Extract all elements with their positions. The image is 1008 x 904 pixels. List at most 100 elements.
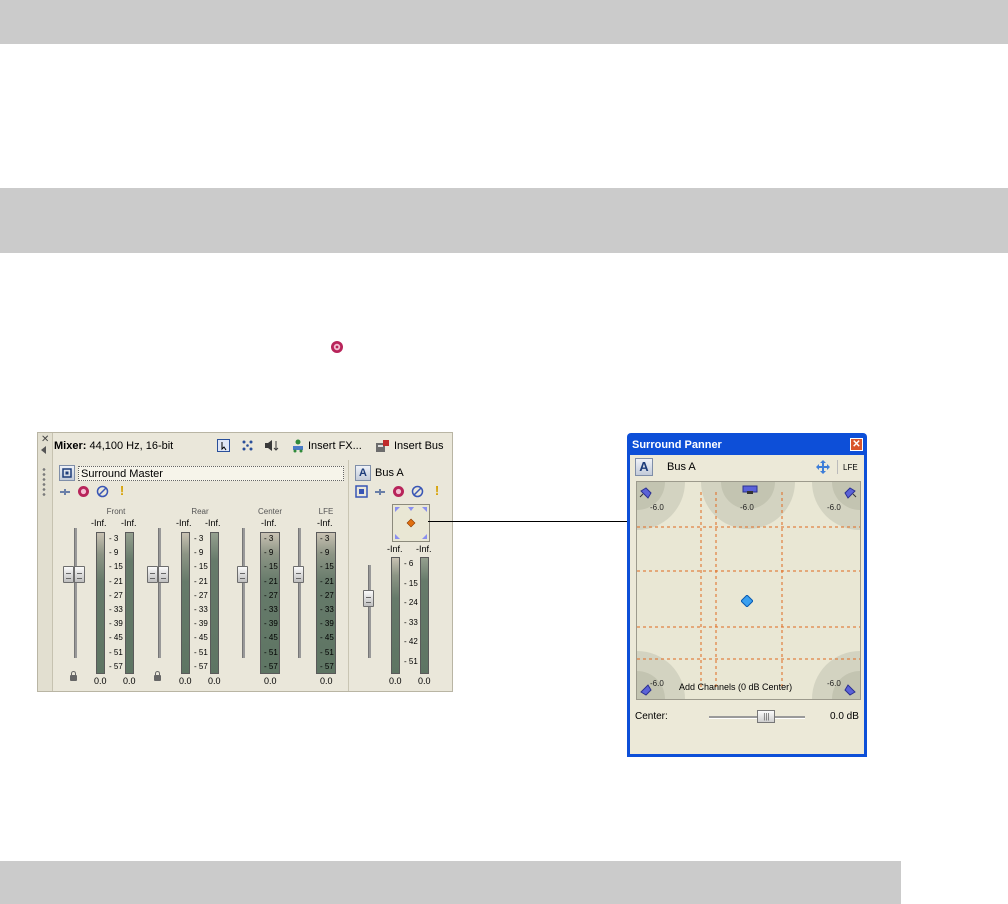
scale-tick: - 51 [109,647,123,657]
center-slider-thumb[interactable]: ||| [757,710,776,723]
scale-tick: - 45 [264,633,278,643]
rear-fader-track[interactable] [158,528,161,658]
move-icon[interactable] [816,460,830,479]
bus-meter-left [391,557,400,674]
bus-pan-icon[interactable] [374,486,386,498]
lfe-fader-track[interactable] [298,528,301,658]
bus-surround-icon[interactable] [355,485,368,498]
scale-tick: - 57 [194,661,208,671]
bus-pan-thumbnail[interactable] [392,504,430,542]
scale-tick: - 33 [264,605,278,614]
scale-tick: - 33 [320,605,334,614]
pan-icon[interactable] [59,486,71,498]
bus-fader[interactable] [363,590,374,607]
lfe-toggle[interactable]: LFE [843,463,858,472]
scale-tick: - 51 [404,656,418,666]
downmix-icon[interactable] [240,439,254,453]
center-fader[interactable] [237,566,248,583]
pan-point[interactable] [740,594,754,608]
insert-bus-icon[interactable] [375,439,389,453]
front-lock-icon[interactable] [70,671,77,681]
lfe-fader[interactable] [293,566,304,583]
mixer-window: ✕ Mixer: 44,100 Hz, 16-bit Insert FX... … [37,432,453,692]
rear-lock-icon[interactable] [154,671,161,681]
bus-meter-right [420,557,429,674]
surround-master-button[interactable] [59,465,75,481]
bus-a-badge[interactable]: A [355,465,371,481]
bus-fader-track[interactable] [368,565,371,658]
scale-tick: - 33 [404,617,418,627]
scale-tick: - 39 [320,619,334,629]
center-value: 0.0 dB [830,711,859,722]
bottom-band [0,861,901,904]
scale-tick: - 33 [109,605,123,614]
fx-bypass-icon[interactable] [96,485,109,498]
speaker-rear-right-icon[interactable] [843,683,856,696]
close-icon[interactable]: ✕ [41,434,49,445]
panner-client: A Bus A LFE -6.0 -6.0 -6.0 -6.0 -6.0 Add… [630,455,864,754]
scale-tick: - 39 [194,619,208,629]
pan-field[interactable]: -6.0 -6.0 -6.0 -6.0 -6.0 Add Channels (0… [636,481,861,700]
mixer-title: Mixer: 44,100 Hz, 16-bit [54,440,173,452]
bus-fx-gear-icon-strip[interactable] [392,485,404,497]
scale-tick: - 21 [264,576,278,586]
panner-close-button[interactable]: ✕ [850,438,863,451]
scale-tick: - 9 [320,548,330,558]
scale-tick: - 57 [320,661,334,671]
bus-fx-bypass-icon[interactable] [411,485,424,498]
scale-tick: - 27 [109,590,123,600]
scale-lfe: - 3 - 9 - 15 - 21 - 27 - 33 - 39 - 45 - 51 - 57 [318,532,334,674]
front-fader-left[interactable] [63,566,74,583]
channel-label-front: Front [106,507,126,516]
scale-tick: - 45 [194,633,208,643]
scale-tick: - 45 [109,633,123,643]
bus-peak-left: -Inf. [387,544,403,554]
peak-lfe: -Inf. [317,518,333,528]
scale-tick: - 51 [320,647,334,657]
scale-tick: - 3 [320,534,330,543]
surround-master-name[interactable]: Surround Master [78,466,344,481]
scale-tick: - 21 [194,576,208,586]
meter-rear-left [181,532,190,674]
scale-rear: - 3 - 9 - 15 - 21 - 27 - 33 - 39 - 45 - 51 - 57 [192,532,208,674]
grip-handle[interactable] [42,467,46,497]
insert-fx-icon[interactable] [291,439,305,453]
collapse-arrow-icon[interactable] [41,446,46,454]
db-rear-left: -6.0 [650,679,664,688]
bus-a-name[interactable]: Bus A [375,467,404,479]
insert-fx-button[interactable]: Insert FX... [308,440,362,452]
warning-icon: ! [119,483,125,498]
panner-bus-badge[interactable]: A [635,458,653,476]
scale-tick: - 9 [109,548,119,558]
fx-gear-icon[interactable] [77,485,89,497]
scale-tick: - 39 [264,619,278,629]
bus-peak-right: -Inf. [416,544,432,554]
front-fader-right[interactable] [74,566,85,583]
speaker-front-right-icon[interactable] [843,486,857,499]
scale-tick: - 27 [194,590,208,600]
channel-label-center: Center [257,507,282,516]
dock-strip: ✕ [38,433,53,691]
scale-tick: - 24 [404,598,418,607]
speaker-center-icon[interactable] [741,482,758,494]
properties-icon[interactable] [216,439,230,453]
dim-output-icon[interactable] [264,439,279,453]
speaker-front-left-icon[interactable] [639,486,652,499]
surround-panner-window: Surround Panner ✕ A Bus A LFE -6.0 -6.0 … [627,433,867,757]
bus-warning-icon: ! [434,483,440,498]
callout-line [428,521,634,522]
scale-tick: - 45 [320,633,334,643]
scale-center: - 3 - 9 - 15 - 21 - 27 - 33 - 39 - 45 - 51 - 57 [262,532,278,674]
rear-fader-left[interactable] [147,566,158,583]
insert-bus-button[interactable]: Insert Bus [394,440,444,452]
level-front-right: 0.0 [123,676,136,686]
scale-tick: - 27 [320,590,334,600]
center-label: Center: [635,711,668,722]
rear-fader-right[interactable] [158,566,169,583]
pan-mode-label: Add Channels (0 dB Center) [679,682,793,692]
center-fader-track[interactable] [242,528,245,658]
scale-tick: - 39 [109,619,123,629]
front-fader-track[interactable] [74,528,77,658]
panner-bus-name: Bus A [667,461,696,473]
level-front-left: 0.0 [94,676,107,686]
